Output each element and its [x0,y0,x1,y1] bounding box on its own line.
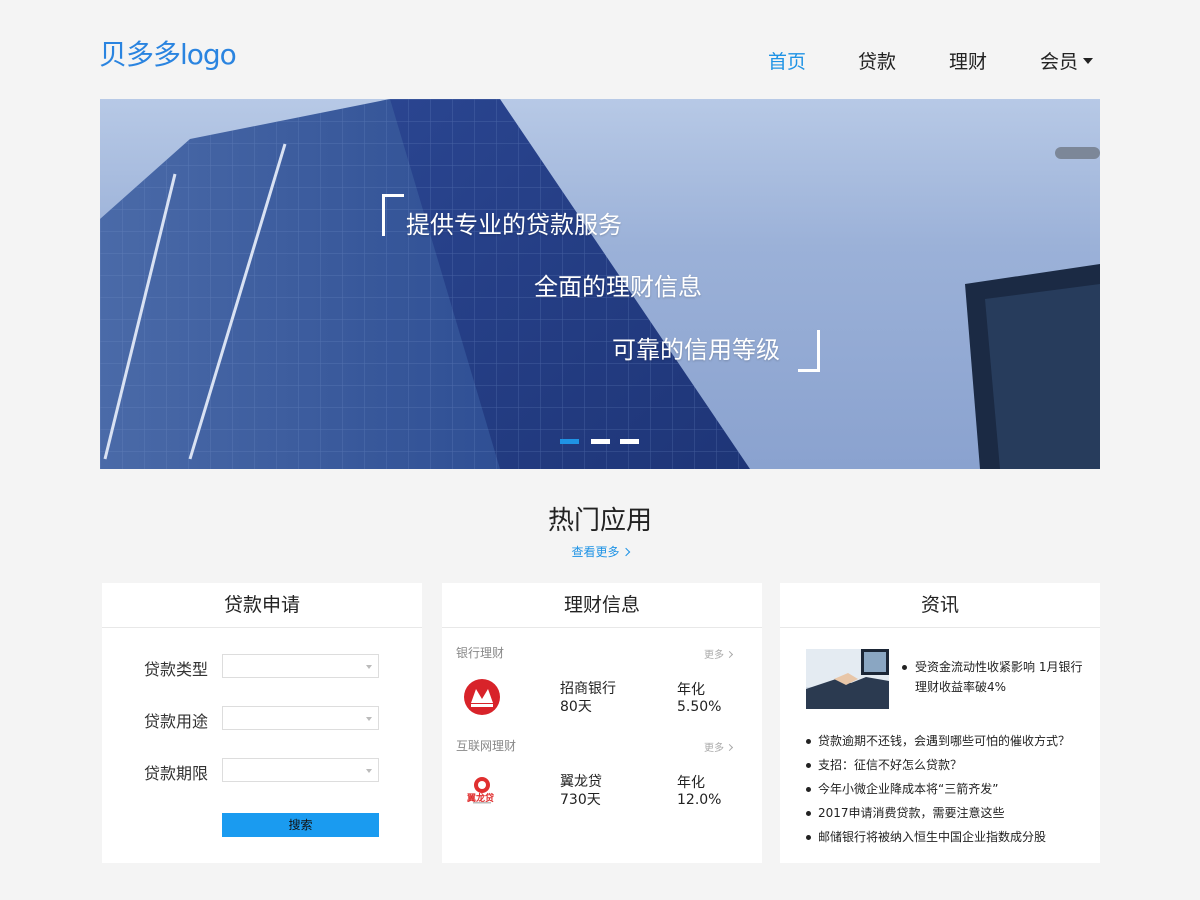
banner-line-2: 全面的理财信息 [534,273,702,301]
nav-item-loan[interactable]: 贷款 [858,47,896,74]
bank-rate-label: 年化 [677,682,705,698]
nav-item-finance[interactable]: 理财 [949,47,987,74]
finance-info-card: 理财信息 银行理财 更多 招商银行 80天 年化 5.50% 互联网理财 更多 … [442,583,762,863]
chevron-right-icon [621,547,630,557]
carousel-dot-1[interactable] [560,439,579,444]
loan-card-title: 贷款申请 [102,583,422,628]
bank-finance-more-label: 更多 [704,650,724,661]
section-title: 热门应用 [547,506,652,536]
loan-application-card: 贷款申请 贷款类型 贷款用途 贷款期限 搜索 [102,583,422,863]
carousel-dot-2[interactable] [591,439,610,444]
quote-bracket-right [798,330,820,372]
nav-item-home[interactable]: 首页 [768,47,806,74]
news-item-title: 邮储银行将被纳入恒生中国企业指数成分股 [818,830,1047,844]
bank-rate-value: 5.50% [677,699,722,715]
news-item[interactable]: 今年小微企业降成本将“三箭齐发” [806,777,1096,801]
hero-banner: 提供专业的贷款服务 全面的理财信息 可靠的信用等级 [100,99,1100,469]
bullet-icon [806,787,811,792]
news-item[interactable]: 支招：征信不好怎么贷款？ [806,753,1096,777]
news-item-title: 2017申请消费贷款，需要注意这些 [818,806,1005,820]
loan-purpose-row: 贷款用途 [102,706,422,732]
view-more-link[interactable]: 查看更多 [0,543,1200,560]
loan-term-select[interactable] [222,758,379,782]
featured-news-link[interactable]: 受资金流动性收紧影响 1月银行理财收益率破4% [902,657,1092,697]
internet-product-name: 翼龙贷 [560,774,602,790]
handshake-photo [806,649,889,709]
yilongdai-logo-icon: 翼龙贷 [462,771,502,811]
view-more-label: 查看更多 [571,545,620,559]
news-item-title: 贷款逾期不还钱，会遇到哪些可怕的催收方式？ [818,734,1071,748]
nav-item-member-label: 会员 [1040,51,1079,73]
select-arrow-icon [366,717,372,721]
loan-term-row: 贷款期限 [102,758,422,784]
bullet-icon [806,835,811,840]
nav-item-member[interactable]: 会员 [1040,47,1094,74]
yilongdai-logo-text: 翼龙贷 [467,794,495,804]
select-arrow-icon [366,769,372,773]
featured-news-title: 受资金流动性收紧影响 1月银行理财收益率破4% [915,660,1083,694]
bullet-icon [902,665,907,670]
news-card-title: 资讯 [780,583,1100,628]
quote-bracket-left [382,194,404,236]
bank-product-name: 招商银行 [560,681,616,697]
select-arrow-icon [366,665,372,669]
news-card: 资讯 受资金流动性收紧影响 1月银行理财收益率破4% 贷款逾期不还钱，会遇到哪些… [780,583,1100,863]
bank-finance-heading: 银行理财 [456,646,505,660]
carousel-dot-3[interactable] [620,439,639,444]
bank-product-term: 80天 [560,699,592,715]
loan-type-row: 贷款类型 [102,654,422,680]
chevron-right-icon [725,650,734,659]
finance-card-title: 理财信息 [442,583,762,628]
bullet-icon [806,739,811,744]
loan-type-label: 贷款类型 [144,660,209,679]
bullet-icon [806,763,811,768]
chevron-right-icon [725,743,734,752]
bank-finance-more-link[interactable]: 更多 [704,646,734,661]
banner-line-1: 提供专业的贷款服务 [406,211,622,239]
cmb-bank-logo-icon [464,679,500,715]
internet-product-term: 730天 [560,792,601,808]
main-nav: 首页 贷款 理财 会员 [0,47,1200,75]
news-item-title: 今年小微企业降成本将“三箭齐发” [818,782,999,796]
news-item[interactable]: 贷款逾期不还钱，会遇到哪些可怕的催收方式？ [806,729,1096,753]
banner-line-3: 可靠的信用等级 [612,336,780,364]
loan-purpose-select[interactable] [222,706,379,730]
internet-finance-more-link[interactable]: 更多 [704,739,734,754]
news-item-title: 支招：征信不好怎么贷款？ [818,758,963,772]
news-item[interactable]: 2017申请消费贷款，需要注意这些 [806,801,1096,825]
internet-finance-heading: 互联网理财 [456,739,517,753]
search-button[interactable]: 搜索 [222,813,379,837]
internet-finance-more-label: 更多 [704,743,724,754]
news-list: 贷款逾期不还钱，会遇到哪些可怕的催收方式？ 支招：征信不好怎么贷款？ 今年小微企… [806,729,1096,849]
internet-rate-value: 12.0% [677,792,722,808]
internet-rate-label: 年化 [677,775,705,791]
news-item[interactable]: 邮储银行将被纳入恒生中国企业指数成分股 [806,825,1096,849]
loan-purpose-label: 贷款用途 [144,712,209,731]
caret-down-icon [1083,58,1094,64]
loan-type-select[interactable] [222,654,379,678]
loan-term-label: 贷款期限 [144,764,209,783]
bullet-icon [806,811,811,816]
news-thumbnail-image[interactable] [806,649,889,709]
